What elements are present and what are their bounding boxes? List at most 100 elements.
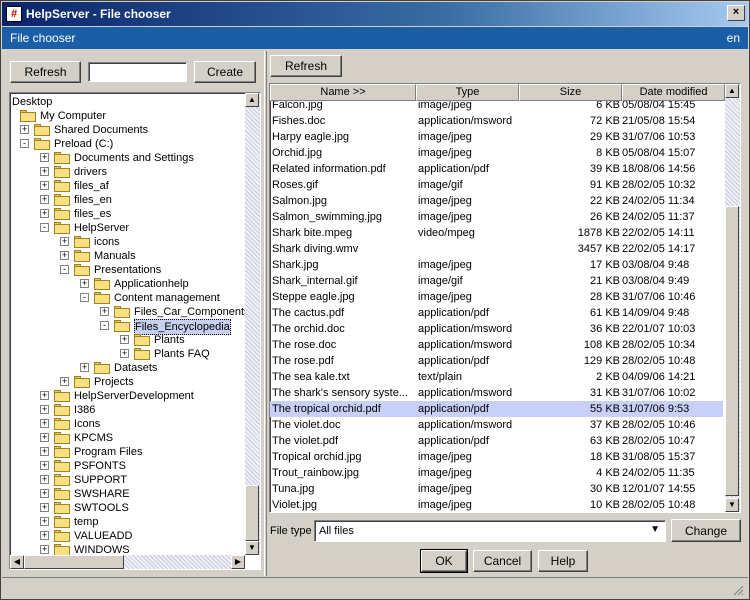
- expand-icon[interactable]: +: [60, 377, 69, 386]
- table-row[interactable]: Shark bite.mpeg video/mpeg 1878 KB 22/02/05…: [270, 225, 723, 241]
- table-row[interactable]: Related information.pdf application/pdf 39…: [270, 161, 723, 177]
- split-pane-divider[interactable]: [264, 51, 267, 576]
- folder-tree[interactable]: Desktop My Computer + Shared Documents - Prel…: [9, 92, 261, 570]
- scroll-down-arrow-icon[interactable]: ▼: [725, 498, 739, 512]
- tree-node[interactable]: + Program Files: [10, 445, 245, 459]
- expand-icon[interactable]: +: [40, 545, 49, 554]
- expand-icon[interactable]: +: [20, 125, 29, 134]
- expand-icon[interactable]: +: [60, 237, 69, 246]
- tree-node[interactable]: + drivers: [10, 165, 245, 179]
- tree-node[interactable]: + WINDOWS: [10, 543, 245, 555]
- table-row[interactable]: The violet.pdf application/pdf 63 KB 28/02/…: [270, 433, 723, 449]
- collapse-icon[interactable]: -: [20, 139, 29, 148]
- expand-icon[interactable]: +: [40, 195, 49, 204]
- expand-icon[interactable]: +: [40, 503, 49, 512]
- scroll-down-arrow-icon[interactable]: ▼: [245, 541, 259, 555]
- create-folder-button[interactable]: Create: [194, 61, 256, 83]
- table-row[interactable]: Tuna.jpg image/jpeg 30 KB 12/01/07 14:55: [270, 481, 723, 497]
- tree-node[interactable]: + HelpServerDevelopment: [10, 389, 245, 403]
- tree-node[interactable]: + Files_Car_Components: [10, 305, 245, 319]
- resize-grip-icon[interactable]: [732, 584, 744, 596]
- table-row[interactable]: Trout_rainbow.jpg image/jpeg 4 KB 24/02/05 …: [270, 465, 723, 481]
- table-row[interactable]: Harpy eagle.jpg image/jpeg 29 KB 31/07/06 1…: [270, 129, 723, 145]
- file-vertical-scrollbar[interactable]: ▲ ▼: [725, 84, 740, 512]
- expand-icon[interactable]: +: [40, 475, 49, 484]
- expand-icon[interactable]: +: [120, 335, 129, 344]
- table-row[interactable]: The violet.doc application/msword 37 KB 28/…: [270, 417, 723, 433]
- expand-icon[interactable]: +: [40, 433, 49, 442]
- expand-icon[interactable]: +: [80, 363, 89, 372]
- table-row[interactable]: Violet.jpg image/jpeg 10 KB 28/02/05 10:48: [270, 497, 723, 512]
- file-scroll-thumb[interactable]: [725, 206, 739, 496]
- file-type-dropdown[interactable]: All files ▼: [314, 520, 666, 542]
- table-row[interactable]: Orchid.jpg image/jpeg 8 KB 05/08/04 15:07: [270, 145, 723, 161]
- tree-hscroll-thumb[interactable]: [24, 555, 124, 569]
- collapse-icon[interactable]: -: [60, 265, 69, 274]
- tree-node[interactable]: - Files_Encyclopedia: [10, 319, 245, 335]
- expand-icon[interactable]: +: [60, 251, 69, 260]
- table-row[interactable]: The rose.doc application/msword 108 KB 28/0…: [270, 337, 723, 353]
- tree-node[interactable]: + Plants FAQ: [10, 347, 245, 361]
- tree-node[interactable]: + VALUEADD: [10, 529, 245, 543]
- collapse-icon[interactable]: -: [40, 223, 49, 232]
- collapse-icon[interactable]: -: [100, 321, 109, 330]
- expand-icon[interactable]: +: [40, 209, 49, 218]
- change-button[interactable]: Change: [671, 519, 741, 542]
- expand-icon[interactable]: +: [120, 349, 129, 358]
- column-type[interactable]: Type: [416, 84, 519, 101]
- scroll-up-arrow-icon[interactable]: ▲: [245, 93, 259, 107]
- table-row[interactable]: Fishes.doc application/msword 72 KB 21/05/0…: [270, 113, 723, 129]
- expand-icon[interactable]: +: [40, 391, 49, 400]
- column-size[interactable]: Size: [519, 84, 622, 101]
- tree-node[interactable]: + I386: [10, 403, 245, 417]
- expand-icon[interactable]: +: [80, 279, 89, 288]
- tree-node[interactable]: + Manuals: [10, 249, 245, 263]
- column-date-modified[interactable]: Date modified: [622, 84, 725, 101]
- tree-node[interactable]: + Datasets: [10, 361, 245, 375]
- column-name[interactable]: Name >>: [270, 84, 416, 101]
- table-row[interactable]: Salmon.jpg image/jpeg 22 KB 24/02/05 11:34: [270, 193, 723, 209]
- language-indicator[interactable]: en: [727, 31, 740, 45]
- close-button[interactable]: ×: [727, 5, 745, 21]
- tree-node[interactable]: + temp: [10, 515, 245, 529]
- table-row[interactable]: The tropical orchid.pdf application/pdf 55…: [270, 401, 723, 417]
- tree-node[interactable]: + files_en: [10, 193, 245, 207]
- tree-node[interactable]: + Projects: [10, 375, 245, 389]
- tree-node[interactable]: + Applicationhelp: [10, 277, 245, 291]
- tree-node[interactable]: + Shared Documents: [10, 123, 245, 137]
- tree-node[interactable]: + Icons: [10, 417, 245, 431]
- tree-node[interactable]: + SUPPORT: [10, 473, 245, 487]
- expand-icon[interactable]: +: [40, 419, 49, 428]
- tree-node[interactable]: Desktop: [10, 95, 245, 109]
- tree-node[interactable]: - Presentations: [10, 263, 245, 277]
- tree-node[interactable]: + files_af: [10, 179, 245, 193]
- help-button[interactable]: Help: [538, 550, 588, 572]
- tree-node[interactable]: - Content management: [10, 291, 245, 305]
- right-refresh-button[interactable]: Refresh: [270, 55, 342, 77]
- expand-icon[interactable]: +: [40, 181, 49, 190]
- scroll-left-arrow-icon[interactable]: ◀: [10, 555, 24, 569]
- table-row[interactable]: The cactus.pdf application/pdf 61 KB 14/09/…: [270, 305, 723, 321]
- file-table[interactable]: Name >> Type Size Date modified Falcon.j…: [269, 83, 741, 513]
- tree-node[interactable]: My Computer: [10, 109, 245, 123]
- table-row[interactable]: Falcon.jpg image/jpeg 6 KB 05/08/04 15:45: [270, 101, 723, 113]
- collapse-icon[interactable]: -: [80, 293, 89, 302]
- expand-icon[interactable]: +: [40, 447, 49, 456]
- tree-node[interactable]: + KPCMS: [10, 431, 245, 445]
- table-row[interactable]: The rose.pdf application/pdf 129 KB 28/02/0…: [270, 353, 723, 369]
- tree-node[interactable]: + PSFONTS: [10, 459, 245, 473]
- expand-icon[interactable]: +: [40, 531, 49, 540]
- tree-node[interactable]: + icons: [10, 235, 245, 249]
- tree-node[interactable]: - HelpServer: [10, 221, 245, 235]
- tree-node[interactable]: + Plants: [10, 333, 245, 347]
- scroll-up-arrow-icon[interactable]: ▲: [725, 84, 739, 98]
- table-row[interactable]: Shark.jpg image/jpeg 17 KB 03/08/04 9:48: [270, 257, 723, 273]
- table-row[interactable]: Tropical orchid.jpg image/jpeg 18 KB 31/08/…: [270, 449, 723, 465]
- expand-icon[interactable]: +: [100, 307, 109, 316]
- expand-icon[interactable]: +: [40, 461, 49, 470]
- table-row[interactable]: The orchid.doc application/msword 36 KB 22/…: [270, 321, 723, 337]
- tree-node[interactable]: + SWTOOLS: [10, 501, 245, 515]
- expand-icon[interactable]: +: [40, 489, 49, 498]
- expand-icon[interactable]: +: [40, 153, 49, 162]
- tree-scroll-thumb[interactable]: [245, 485, 259, 541]
